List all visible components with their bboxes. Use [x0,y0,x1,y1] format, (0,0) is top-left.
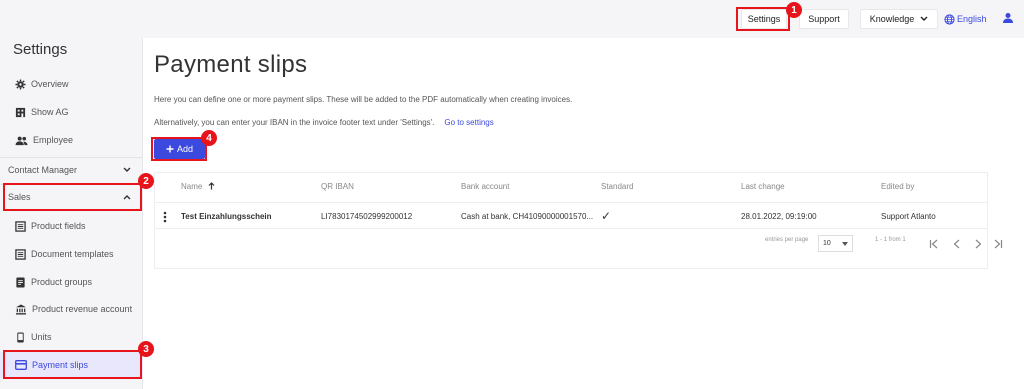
row-menu-icon[interactable] [163,211,167,223]
sidebar-item-overview[interactable]: Overview [0,71,143,97]
sidebar-item-label: Show AG [31,107,69,117]
chevron-down-icon [920,16,928,21]
section-label: Contact Manager [8,164,78,175]
support-button[interactable]: Support [799,9,849,29]
iban-note: Alternatively, you can enter your IBAN i… [154,118,494,127]
sidebar-title: Settings [13,41,68,58]
per-page-value: 10 [823,240,831,247]
column-header-bank-account[interactable]: Bank account [461,182,509,191]
top-bar: Settings Support Knowledge English [0,0,1024,38]
table-row[interactable]: Test Einzahlungsschein LI783017450299920… [155,202,987,229]
sort-ascending-icon [208,182,215,190]
page-description: Here you can define one or more payment … [154,95,573,104]
annotation-badge-2: 2 [138,173,154,189]
cell-standard-check: ✓ [601,209,612,223]
document-icon [16,276,25,288]
payment-slips-table: Name QR IBAN Bank account Standard Last … [154,172,1003,269]
list-icon [15,220,26,232]
sidebar-item-label: Product fields [31,221,86,231]
sidebar-item-label: Employee [33,135,74,145]
last-page-icon[interactable] [993,239,1003,249]
page-title: Payment slips [154,51,308,78]
user-icon[interactable] [1002,12,1014,24]
cell-qr-iban: LI7830174502999200012 [321,212,413,221]
building-icon [15,107,26,117]
column-header-standard[interactable]: Standard [601,182,633,191]
cell-edited-by: Support Atlanto [881,212,936,221]
highlight-add-button [151,137,207,161]
support-label: Support [808,14,840,24]
bank-icon [15,303,27,315]
cell-name: Test Einzahlungsschein [181,212,272,221]
column-header-name[interactable]: Name [181,182,215,191]
per-page-select[interactable]: 10 [818,235,853,252]
sidebar-item-document-templates[interactable]: Document templates [0,241,143,267]
chevron-down-icon [123,167,131,172]
annotation-badge-4: 4 [201,130,217,146]
sidebar-item-label: Overview [31,79,69,89]
sidebar-item-product-groups[interactable]: Product groups [0,269,143,295]
device-icon [17,331,24,343]
column-header-qr-iban[interactable]: QR IBAN [321,182,354,191]
column-header-edited-by[interactable]: Edited by [881,182,914,191]
language-label: English [957,14,987,24]
entries-per-page-label: entries per page [765,237,809,243]
annotation-badge-3: 3 [138,341,154,357]
go-to-settings-link[interactable]: Go to settings [444,118,493,127]
users-icon [15,136,28,145]
sidebar-item-product-revenue-account[interactable]: Product revenue account [0,296,143,322]
cell-last-change: 28.01.2022, 09:19:00 [741,212,817,221]
pagination-range: 1 - 1 from 1 [875,237,906,243]
sidebar-item-employee[interactable]: Employee [0,127,143,153]
sidebar-item-label: Units [31,332,52,342]
language-selector[interactable]: English [944,9,987,29]
highlight-sales [3,183,142,211]
sidebar-item-label: Product groups [31,277,93,287]
column-header-last-change[interactable]: Last change [741,182,785,191]
column-header-label: Name [181,182,203,191]
caret-down-icon [842,241,848,246]
sidebar: Settings Overview Show AG Employee Conta… [0,38,143,389]
cell-bank-account: Cash at bank, CH41090000001570... [461,212,594,221]
highlight-payment-slips [3,350,142,379]
sidebar-item-units[interactable]: Units [0,324,143,350]
knowledge-dropdown[interactable]: Knowledge [860,9,938,29]
sidebar-item-label: Product revenue account [32,304,133,314]
gear-icon [15,78,26,90]
highlight-settings [736,7,790,31]
list-icon [15,248,26,260]
iban-note-text: Alternatively, you can enter your IBAN i… [154,118,435,127]
first-page-icon[interactable] [929,239,939,249]
globe-icon [944,13,955,25]
previous-page-icon[interactable] [952,239,962,249]
sidebar-section-contact-manager[interactable]: Contact Manager [0,157,143,181]
next-page-icon[interactable] [973,239,983,249]
sidebar-item-product-fields[interactable]: Product fields [0,213,143,239]
sidebar-item-show-ag[interactable]: Show AG [0,99,143,125]
annotation-badge-1: 1 [786,2,802,18]
sidebar-item-label: Document templates [31,249,114,259]
knowledge-label: Knowledge [869,14,915,24]
